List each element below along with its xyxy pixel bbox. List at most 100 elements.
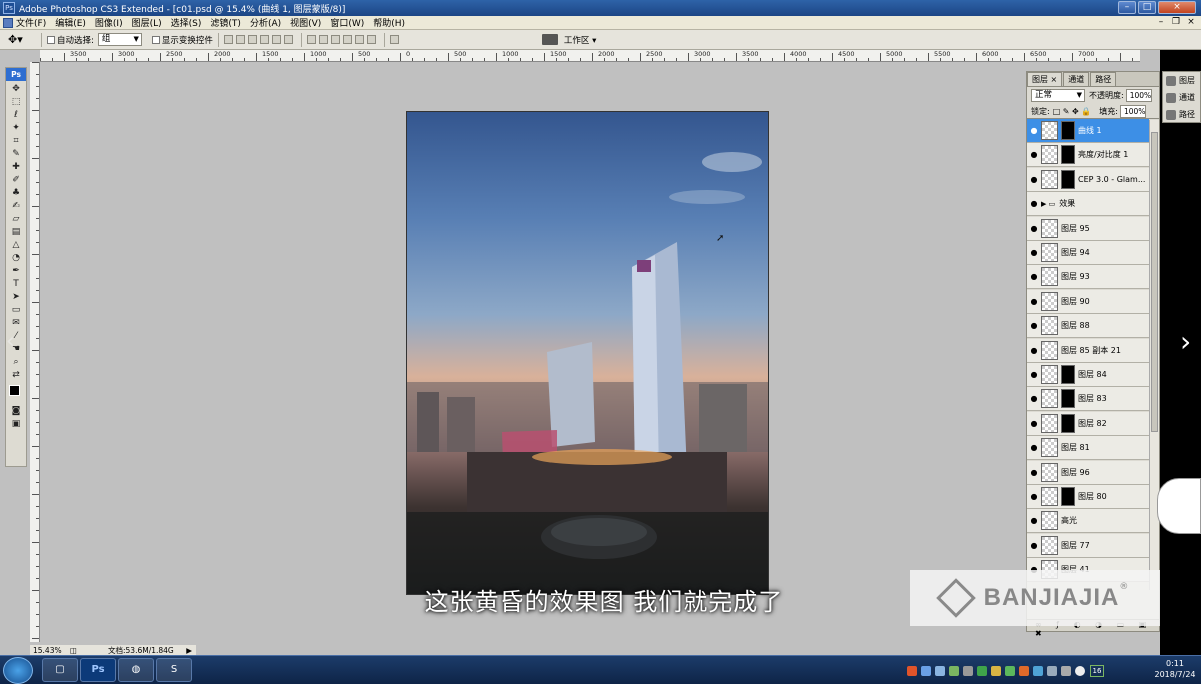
photoshop-taskbar-button[interactable]: Ps [80, 658, 116, 682]
workspace-button[interactable]: 工作区 ▾ [564, 34, 597, 46]
maximize-button[interactable]: □ [1138, 1, 1156, 14]
scrollbar-thumb[interactable] [1151, 132, 1158, 432]
distribute-vcenter-icon[interactable] [318, 35, 328, 44]
tab-layers[interactable]: 图层 × [1027, 72, 1063, 86]
horizontal-ruler[interactable]: 3500 3000 2500 2000 1500 1000 500 0 500 … [40, 50, 1140, 62]
layer-row[interactable]: ● 图层 90 [1027, 289, 1149, 314]
tray-app-icon[interactable] [1033, 665, 1043, 676]
lasso-tool-icon[interactable]: ℓ [10, 110, 22, 120]
tray-app-icon[interactable] [1019, 665, 1029, 676]
doc-restore-button[interactable]: ❐ [1170, 17, 1182, 27]
align-top-icon[interactable] [223, 35, 233, 44]
layer-row[interactable]: ● 图层 95 [1027, 216, 1149, 241]
tray-app-icon[interactable] [1075, 665, 1085, 676]
visibility-eye-icon[interactable]: ● [1027, 224, 1041, 233]
tray-app-icon[interactable] [907, 665, 917, 676]
shape-tool-icon[interactable]: ▭ [10, 305, 22, 315]
menu-layer[interactable]: 图层(L) [132, 16, 162, 29]
layer-row[interactable]: ● 图层 82 [1027, 411, 1149, 436]
tray-app-icon[interactable] [977, 665, 987, 676]
pen-tool-icon[interactable]: ✒ [10, 266, 22, 276]
layer-row[interactable]: ● 亮度/对比度 1 [1027, 143, 1149, 168]
distribute-bottom-icon[interactable] [330, 35, 340, 44]
layer-row[interactable]: ● 图层 81 [1027, 436, 1149, 461]
document-canvas[interactable] [406, 111, 769, 595]
auto-select-checkbox[interactable] [47, 35, 55, 44]
marquee-tool-icon[interactable]: ⬚ [10, 97, 22, 107]
align-bottom-icon[interactable] [247, 35, 257, 44]
layer-row[interactable]: ● 图层 84 [1027, 363, 1149, 387]
visibility-eye-icon[interactable]: ● [1027, 248, 1041, 257]
show-transform-checkbox[interactable] [151, 35, 160, 44]
layer-row[interactable]: ● CEP 3.0 - Glam... [1027, 167, 1149, 192]
blur-tool-icon[interactable]: △ [10, 240, 22, 250]
blend-mode-dropdown[interactable]: 正常 ▼ [1031, 89, 1085, 102]
tray-app-icon[interactable] [1005, 665, 1015, 676]
menu-view[interactable]: 视图(V) [290, 16, 321, 29]
eraser-tool-icon[interactable]: ▱ [10, 214, 22, 224]
layer-row[interactable]: ● 图层 96 [1027, 460, 1149, 485]
layer-row[interactable]: ● 图层 94 [1027, 241, 1149, 265]
auto-align-icon[interactable] [389, 35, 399, 44]
visibility-eye-icon[interactable]: ● [1027, 297, 1041, 306]
tab-paths[interactable]: 路径 [1090, 72, 1117, 86]
visibility-eye-icon[interactable]: ● [1027, 126, 1041, 135]
path-selection-tool-icon[interactable]: ➤ [10, 292, 22, 302]
slice-tool-icon[interactable]: ✎ [10, 149, 22, 159]
bridge-icon[interactable] [541, 34, 558, 45]
color-swatches[interactable] [6, 383, 26, 403]
visibility-eye-icon[interactable]: ● [1027, 468, 1041, 477]
zoom-tool-icon[interactable]: ⌕ [10, 357, 22, 367]
layer-row[interactable]: ● 高光 [1027, 509, 1149, 534]
visibility-eye-icon[interactable]: ● [1027, 394, 1041, 403]
swap-colors-icon[interactable]: ⇄ [10, 370, 22, 380]
screen-mode-icon[interactable]: ▣ [10, 419, 22, 429]
layer-row[interactable]: ● 图层 93 [1027, 265, 1149, 290]
align-right-icon[interactable] [283, 35, 293, 44]
minimize-button[interactable]: – [1118, 1, 1136, 14]
auto-select-dropdown[interactable]: 组 ▼ [97, 33, 142, 46]
layer-row[interactable]: ● 图层 83 [1027, 387, 1149, 412]
visibility-eye-icon[interactable]: ● [1027, 175, 1041, 184]
dock-layers[interactable]: 图层 [1163, 72, 1200, 89]
brush-tool-icon[interactable]: ✐ [10, 175, 22, 185]
move-tool-icon[interactable]: ✥ [10, 84, 22, 94]
quick-mask-icon[interactable]: ◙ [10, 406, 22, 416]
align-left-icon[interactable] [259, 35, 269, 44]
dock-paths[interactable]: 路径 [1163, 106, 1200, 123]
align-vcenter-icon[interactable] [235, 35, 245, 44]
tray-app-icon[interactable] [963, 665, 973, 676]
fill-input[interactable]: 100% [1119, 104, 1146, 118]
lock-icons[interactable]: □ ✎ ✥ 🔒 [1053, 107, 1092, 116]
tab-channels[interactable]: 通道 [1063, 72, 1090, 86]
menu-help[interactable]: 帮助(H) [373, 16, 405, 29]
type-tool-icon[interactable]: T [10, 279, 22, 289]
move-tool-preset-icon[interactable]: ✥▾ [8, 33, 36, 46]
crop-tool-icon[interactable]: ⌗ [10, 136, 22, 146]
visibility-eye-icon[interactable]: ● [1027, 321, 1041, 330]
close-button[interactable]: × [1158, 1, 1196, 14]
opacity-input[interactable]: 100% [1125, 89, 1152, 102]
layer-row[interactable]: ● 曲线 1 [1027, 119, 1149, 143]
notes-tool-icon[interactable]: ✉ [10, 318, 22, 328]
info-icon[interactable]: ◫ [70, 646, 80, 655]
visibility-eye-icon[interactable]: ● [1027, 492, 1041, 501]
distribute-top-icon[interactable] [306, 35, 316, 44]
layer-row[interactable]: ● 图层 77 [1027, 533, 1149, 558]
visibility-eye-icon[interactable]: ● [1027, 272, 1041, 281]
visibility-eye-icon[interactable]: ● [1027, 541, 1041, 550]
magic-wand-tool-icon[interactable]: ✦ [10, 123, 22, 133]
history-brush-tool-icon[interactable]: ✍ [10, 201, 22, 211]
visibility-eye-icon[interactable]: ● [1027, 370, 1041, 379]
chevron-left-icon[interactable]: ‹ [6, 330, 20, 354]
menu-window[interactable]: 窗口(W) [330, 16, 364, 29]
document-icon[interactable] [3, 17, 13, 28]
gradient-tool-icon[interactable]: ▤ [10, 227, 22, 237]
app-3d-icon[interactable]: ▢ [42, 658, 78, 682]
layer-row[interactable]: ● ▶ ▭ 效果 [1027, 192, 1149, 217]
sogou-icon[interactable]: S [156, 658, 192, 682]
layer-row[interactable]: ● 图层 85 副本 21 [1027, 338, 1149, 363]
menu-analysis[interactable]: 分析(A) [250, 16, 281, 29]
distribute-right-icon[interactable] [366, 35, 376, 44]
menu-edit[interactable]: 编辑(E) [55, 16, 86, 29]
